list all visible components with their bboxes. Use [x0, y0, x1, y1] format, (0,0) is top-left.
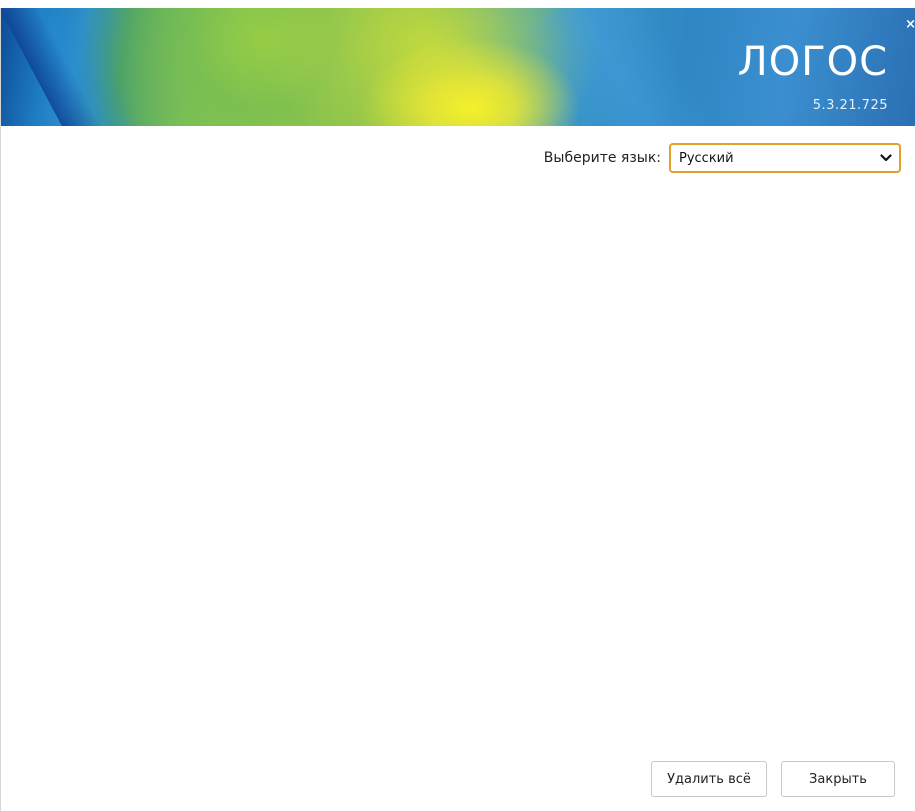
close-button[interactable]: Закрыть — [781, 761, 895, 797]
language-select[interactable]: Русский — [669, 143, 901, 173]
installer-window: ЛОГОС 5.3.21.725 × Выберите язык: Русски… — [0, 8, 915, 811]
language-label: Выберите язык: — [543, 150, 661, 166]
app-name: ЛОГОС — [737, 39, 888, 85]
header-banner: ЛОГОС 5.3.21.725 × — [1, 8, 915, 126]
banner-decor-2 — [524, 8, 718, 126]
language-row: Выберите язык: Русский — [544, 143, 901, 173]
banner-decor — [1, 8, 154, 126]
close-icon[interactable]: × — [904, 18, 915, 32]
footer-actions: Удалить всё Закрыть — [651, 761, 895, 797]
chevron-down-icon — [880, 154, 892, 162]
delete-all-button[interactable]: Удалить всё — [651, 761, 767, 797]
language-select-value: Русский — [679, 150, 734, 166]
app-version: 5.3.21.725 — [812, 98, 888, 113]
